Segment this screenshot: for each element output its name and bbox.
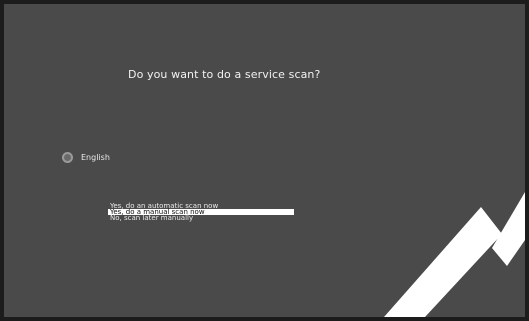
service-scan-screen: Do you want to do a service scan? Englis… [0, 0, 529, 321]
watermark-graphic [384, 192, 525, 317]
